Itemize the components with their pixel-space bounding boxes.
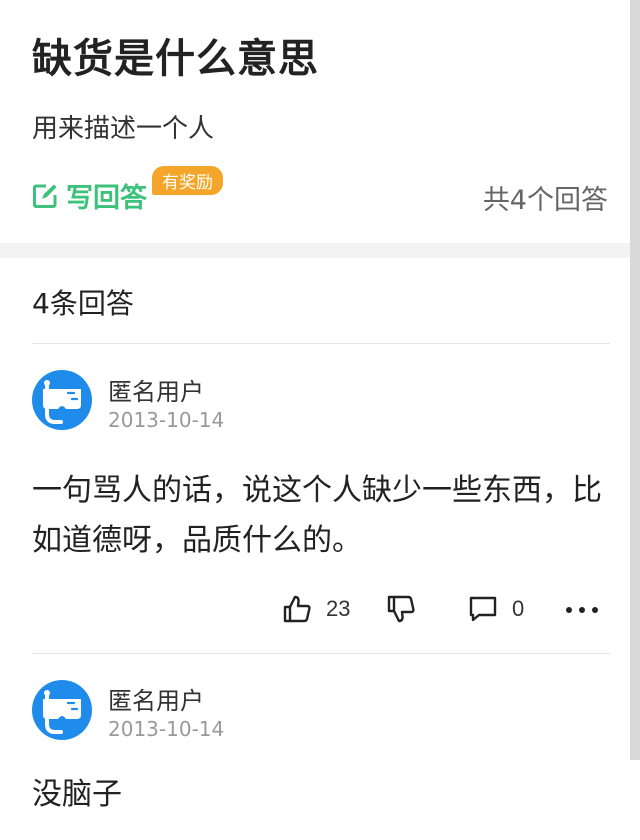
more-button[interactable] xyxy=(564,594,600,624)
edit-icon xyxy=(33,184,57,208)
write-answer-button[interactable]: 写回答 xyxy=(32,176,147,215)
like-button[interactable]: 23 xyxy=(282,594,350,624)
thumbs-down-icon xyxy=(387,595,415,623)
answer-username[interactable]: 匿名用户 xyxy=(108,681,204,716)
avatar[interactable] xyxy=(32,370,92,430)
answer-total: 共4个回答 xyxy=(482,185,608,216)
thumbs-up-icon xyxy=(283,595,311,623)
more-icon xyxy=(566,607,598,613)
divider xyxy=(32,653,610,654)
answer-username[interactable]: 匿名用户 xyxy=(108,372,204,407)
section-gap xyxy=(0,243,630,258)
answer-content: 没脑子 xyxy=(32,777,122,812)
dislike-button[interactable] xyxy=(386,594,416,624)
question-title: 缺货是什么意思 xyxy=(32,36,319,82)
answer-date: 2013-10-14 xyxy=(108,717,225,741)
answers-section-title: 4条回答 xyxy=(32,287,134,320)
question-card: 缺货是什么意思 用来描述一个人 写回答 有奖励 共4个回答 xyxy=(0,0,630,243)
write-answer-label: 写回答 xyxy=(66,183,147,214)
question-description: 用来描述一个人 xyxy=(32,114,215,144)
answer-actions: 23 0 xyxy=(0,594,630,634)
comment-count: 0 xyxy=(512,596,525,621)
divider xyxy=(32,343,610,344)
reward-badge: 有奖励 xyxy=(152,166,223,195)
answer-date: 2013-10-14 xyxy=(108,408,225,432)
like-count: 23 xyxy=(326,596,351,621)
comment-icon xyxy=(469,596,497,622)
answer-content: 一句骂人的话，说这个人缺少一些东西，比如道德呀，品质什么的。 xyxy=(32,473,602,558)
scrollbar[interactable] xyxy=(630,0,640,760)
avatar[interactable] xyxy=(32,680,92,740)
comment-button[interactable]: 0 xyxy=(468,594,524,624)
